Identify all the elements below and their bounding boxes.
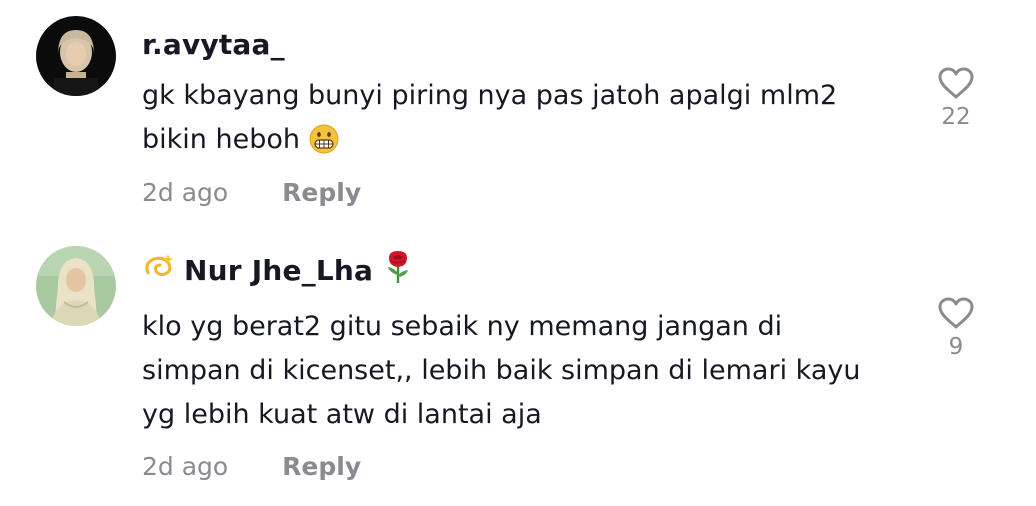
username[interactable]: Nur Jhe_Lha [142, 250, 413, 290]
comment-line: gk kbayang bunyi piring nya pas jatoh ap… [142, 80, 838, 111]
grimacing-face-emoji-icon [309, 119, 339, 163]
timestamp: 2d ago [142, 178, 229, 207]
comment-line-with-emoji: bikin heboh [142, 118, 902, 163]
like-count: 22 [941, 104, 971, 130]
comment-meta: 2d ago Reply [142, 452, 361, 481]
comment-item: Nur Jhe_Lha klo yg berat2 gitu sebaik ny… [0, 230, 1036, 506]
dizzy-emoji-icon [142, 251, 176, 290]
comment-text: gk kbayang bunyi piring nya pas jatoh ap… [142, 74, 902, 163]
reply-button[interactable]: Reply [282, 178, 361, 207]
avatar[interactable] [36, 16, 116, 96]
avatar[interactable] [36, 246, 116, 326]
rose-emoji-icon [383, 249, 413, 292]
like-count: 9 [948, 334, 964, 360]
comment-line: bikin heboh [142, 124, 300, 155]
heart-outline-icon [938, 67, 974, 99]
username-text: Nur Jhe_Lha [184, 253, 374, 287]
comment-text: klo yg berat2 gitu sebaik ny memang jang… [142, 305, 902, 437]
like-button[interactable]: 22 [930, 66, 982, 130]
heart-outline-icon [938, 297, 974, 329]
username[interactable]: r.avytaa_ [142, 24, 285, 64]
like-button[interactable]: 9 [930, 296, 982, 360]
avatar-image [36, 16, 116, 96]
timestamp: 2d ago [142, 452, 229, 481]
avatar-image [36, 246, 116, 326]
comment-line: klo yg berat2 gitu sebaik ny memang jang… [142, 311, 783, 342]
comment-line: yg lebih kuat atw di lantai aja [142, 399, 542, 430]
comment-line: simpan di kicenset,, lebih baik simpan d… [142, 355, 861, 386]
reply-button[interactable]: Reply [282, 452, 361, 481]
username-text: r.avytaa_ [142, 27, 285, 61]
comment-item: r.avytaa_ gk kbayang bunyi piring nya pa… [0, 0, 1036, 230]
comment-meta: 2d ago Reply [142, 178, 361, 207]
